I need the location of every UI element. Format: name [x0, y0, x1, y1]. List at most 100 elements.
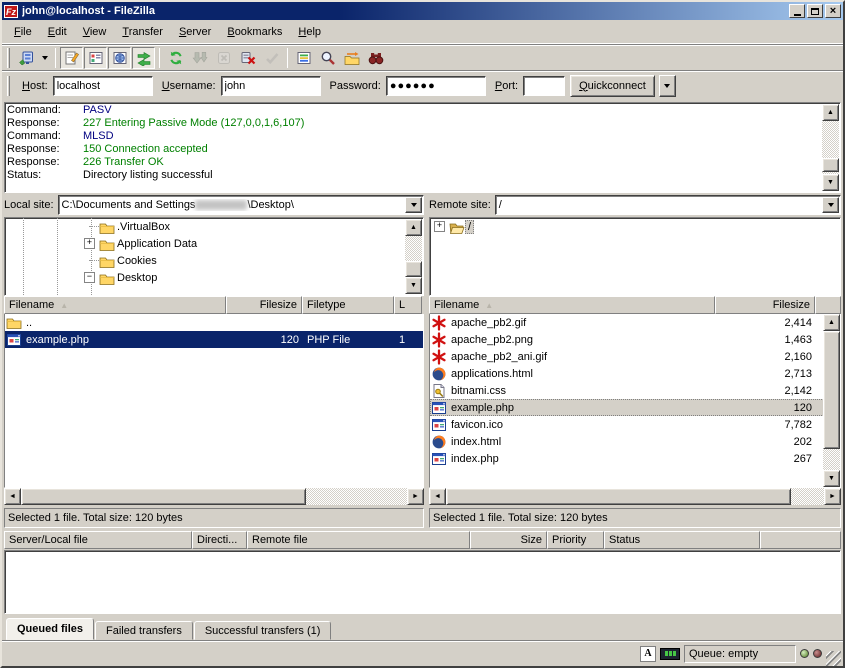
scroll-right-icon[interactable]: ► — [824, 488, 841, 505]
refresh-button[interactable] — [164, 47, 187, 69]
column-header-filename[interactable]: Filename▲ — [4, 296, 226, 314]
scroll-up-icon[interactable]: ▲ — [823, 314, 840, 331]
toggle-transfer-queue-button[interactable] — [132, 47, 155, 69]
menu-item-transfer[interactable]: Transfer — [114, 23, 171, 41]
menu-item-file[interactable]: File — [6, 23, 40, 41]
column-header-l[interactable]: L — [394, 296, 422, 314]
column-header-filesize[interactable]: Filesize — [715, 296, 815, 314]
file-row-index-php[interactable]: index.php267 — [430, 450, 840, 467]
log-scrollbar[interactable]: ▲ ▼ — [822, 104, 839, 191]
username-input[interactable] — [221, 76, 321, 96]
filename-cell: .. — [22, 317, 227, 329]
local-hscrollbar[interactable]: ◄ ► — [4, 488, 424, 505]
host-label: Host: — [22, 80, 48, 92]
file-row-apache-pb2-gif[interactable]: apache_pb2.gif2,414 — [430, 314, 840, 331]
filter-icon — [296, 50, 312, 66]
maximize-button[interactable] — [807, 4, 823, 18]
queue-column-status[interactable]: Status — [604, 531, 760, 549]
local-site-dropdown[interactable] — [405, 197, 422, 213]
scroll-up-icon[interactable]: ▲ — [822, 104, 839, 121]
queue-column-directi-[interactable]: Directi... — [192, 531, 247, 549]
disconnect-button[interactable] — [236, 47, 259, 69]
tree-item-desktop[interactable]: −Desktop — [5, 269, 423, 286]
filename-cell: favicon.ico — [447, 419, 716, 431]
remote-list-scrollbar[interactable]: ▲ ▼ — [823, 314, 840, 487]
scroll-down-icon[interactable]: ▼ — [822, 174, 839, 191]
queue-column-remote-file[interactable]: Remote file — [247, 531, 470, 549]
quickconnect-button[interactable]: Quickconnect — [570, 75, 655, 97]
column-header-filesize[interactable]: Filesize — [226, 296, 302, 314]
scroll-up-icon[interactable]: ▲ — [405, 219, 422, 236]
expand-icon[interactable]: + — [84, 238, 95, 249]
tree-item-cookies[interactable]: Cookies — [5, 252, 423, 269]
file-row-apache-pb2-png[interactable]: apache_pb2.png1,463 — [430, 331, 840, 348]
scroll-right-icon[interactable]: ► — [407, 488, 424, 505]
scroll-left-icon[interactable]: ◄ — [429, 488, 446, 505]
file-row-favicon-ico[interactable]: favicon.ico7,782 — [430, 416, 840, 433]
queue-toggle-icon — [136, 50, 152, 66]
find-files-button[interactable] — [364, 47, 387, 69]
scroll-down-icon[interactable]: ▼ — [823, 470, 840, 487]
apache-icon — [431, 349, 447, 364]
menu-item-server[interactable]: Server — [171, 23, 219, 41]
file-row-example-php[interactable]: example.php120 — [430, 399, 840, 416]
local-site-combobox[interactable]: C:\Documents and Settings\Desktop\ — [58, 195, 424, 215]
host-input[interactable] — [53, 76, 153, 96]
winfile-icon — [431, 400, 447, 415]
file-row-apache-pb2-ani-gif[interactable]: apache_pb2_ani.gif2,160 — [430, 348, 840, 365]
toggle-message-log-button[interactable] — [60, 47, 83, 69]
close-button[interactable]: × — [825, 4, 841, 18]
filesize-cell: 2,160 — [716, 351, 816, 363]
queue-column-server-local-file[interactable]: Server/Local file — [4, 531, 192, 549]
menu-item-help[interactable]: Help — [290, 23, 329, 41]
menu-item-bookmarks[interactable]: Bookmarks — [219, 23, 290, 41]
password-input[interactable] — [386, 76, 486, 96]
reconnect-button[interactable] — [260, 47, 283, 69]
column-header-filename[interactable]: Filename▲ — [429, 296, 715, 314]
toolbar-separator — [159, 48, 160, 68]
site-manager-button-dropdown[interactable] — [38, 47, 51, 69]
log-scroll-thumb[interactable] — [822, 158, 839, 172]
menu-item-edit[interactable]: Edit — [40, 23, 75, 41]
tab-successful-transfers-1-[interactable]: Successful transfers (1) — [194, 621, 332, 640]
collapse-icon[interactable]: − — [84, 272, 95, 283]
column-header-filetype[interactable]: Filetype — [302, 296, 394, 314]
remote-site-dropdown[interactable] — [822, 197, 839, 213]
queue-column-priority[interactable]: Priority — [547, 531, 604, 549]
disconnect-icon — [240, 50, 256, 66]
directory-comparison-button[interactable] — [316, 47, 339, 69]
filesize-cell: 202 — [716, 436, 816, 448]
file-row-applications-html[interactable]: applications.html2,713 — [430, 365, 840, 382]
process-queue-button[interactable] — [188, 47, 211, 69]
queue-column-size[interactable]: Size — [470, 531, 547, 549]
minimize-button[interactable] — [789, 4, 805, 18]
remote-hscrollbar[interactable]: ◄ ► — [429, 488, 841, 505]
menu-item-view[interactable]: View — [75, 23, 115, 41]
tree-item-application-data[interactable]: +Application Data — [5, 235, 423, 252]
scroll-left-icon[interactable]: ◄ — [4, 488, 21, 505]
file-row--[interactable]: .. — [5, 314, 423, 331]
file-row-bitnami-css[interactable]: bitnami.css2,142 — [430, 382, 840, 399]
scroll-down-icon[interactable]: ▼ — [405, 277, 422, 294]
filesize-cell: 2,142 — [716, 385, 816, 397]
filter-button[interactable] — [292, 47, 315, 69]
local-tree-scrollbar[interactable]: ▲ ▼ — [405, 219, 422, 294]
toggle-local-tree-button[interactable] — [84, 47, 107, 69]
file-row-example-php[interactable]: example.php120PHP File1 — [5, 331, 423, 348]
tab-failed-transfers[interactable]: Failed transfers — [95, 621, 193, 640]
folder-closed-icon — [99, 237, 115, 251]
resize-grip[interactable] — [826, 651, 841, 666]
tree-item--[interactable]: +/ — [430, 218, 840, 235]
quickconnect-dropdown[interactable] — [659, 75, 676, 97]
port-input[interactable] — [523, 76, 565, 96]
expand-icon[interactable]: + — [434, 221, 445, 232]
tab-queued-files[interactable]: Queued files — [6, 618, 94, 640]
remote-site-combobox[interactable]: / — [495, 195, 841, 215]
site-manager-button[interactable] — [14, 47, 37, 69]
file-row-index-html[interactable]: index.html202 — [430, 433, 840, 450]
synchronized-browsing-button[interactable] — [340, 47, 363, 69]
log-line: Command:MLSD — [7, 130, 840, 143]
tree-item--virtualbox[interactable]: .VirtualBox — [5, 218, 423, 235]
cancel-operation-button[interactable] — [212, 47, 235, 69]
toggle-remote-tree-button[interactable] — [108, 47, 131, 69]
